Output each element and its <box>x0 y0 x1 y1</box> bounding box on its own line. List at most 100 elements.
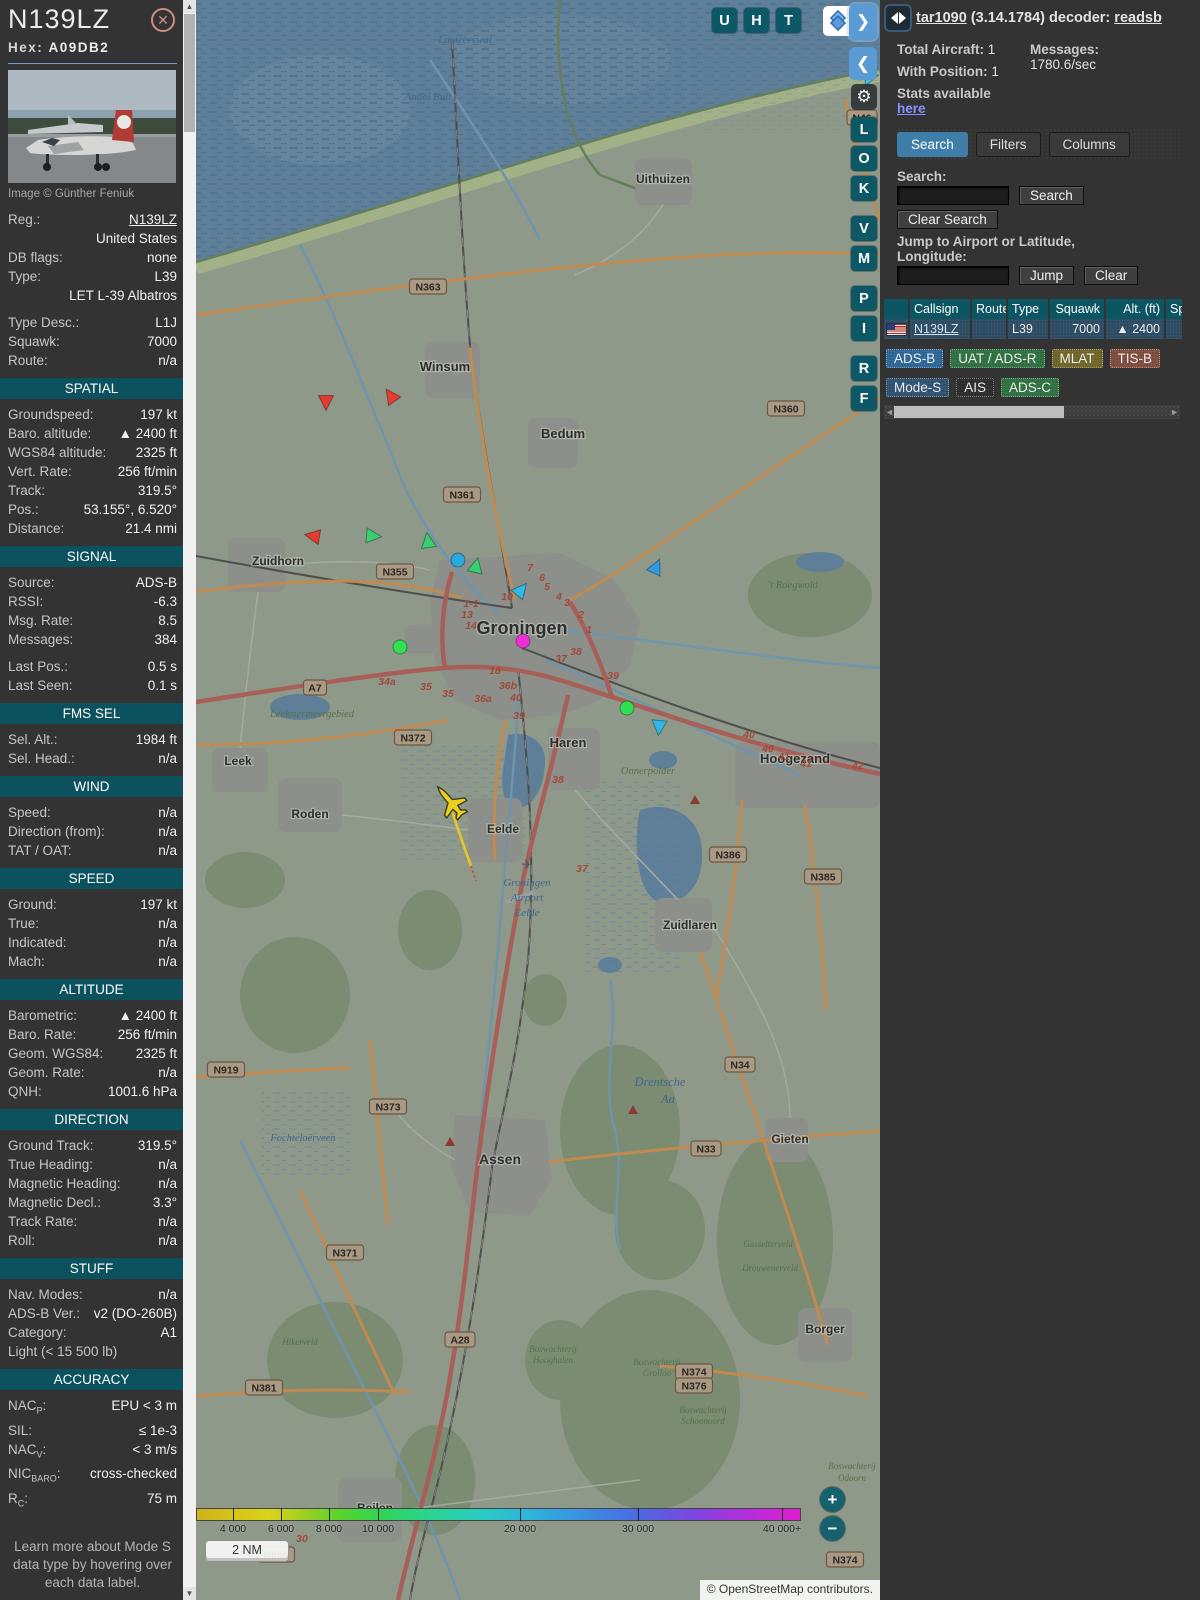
aircraft-marker[interactable] <box>392 639 408 655</box>
tab-bar: Search Filters Columns <box>897 128 1183 161</box>
map-city-label: Roden <box>291 807 328 821</box>
map-button-r[interactable]: R <box>851 356 877 381</box>
clear-search-button[interactable]: Clear Search <box>897 210 998 229</box>
road-shield: A28 <box>450 1335 469 1347</box>
jump-clear-button[interactable]: Clear <box>1084 266 1139 285</box>
map-city-label: Zuidhorn <box>252 554 304 568</box>
map-button-m[interactable]: M <box>851 246 877 271</box>
tab-search[interactable]: Search <box>897 132 968 157</box>
map-button-i[interactable]: I <box>851 316 877 341</box>
source-filter-row-1: ADS-B UAT / ADS-R MLAT TIS-B <box>886 349 1200 368</box>
data-row: DB flags: none <box>8 250 177 265</box>
filter-tis-b[interactable]: TIS-B <box>1109 349 1161 368</box>
tar1090-link[interactable]: tar1090 <box>916 10 967 26</box>
map-button-t[interactable]: T <box>776 8 801 33</box>
exit-number: 38 <box>570 646 582 658</box>
jump-button[interactable]: Jump <box>1019 266 1075 285</box>
search-button[interactable]: Search <box>1019 186 1084 205</box>
data-row: Type: L39 <box>8 269 177 284</box>
left-scrollbar[interactable]: ▲ ▼ <box>183 0 196 1600</box>
map-city-label: Winsum <box>420 359 470 374</box>
filter-ads-b[interactable]: ADS-B <box>886 349 944 368</box>
scroll-down-icon[interactable]: ▼ <box>183 1587 196 1600</box>
map-button-f[interactable]: F <box>851 386 877 411</box>
map-city-label: Leek <box>224 754 252 768</box>
map-button-u[interactable]: U <box>712 8 737 33</box>
data-row: Squawk: 7000 <box>8 334 177 349</box>
legend-tick <box>782 1508 783 1521</box>
search-form: Search: Search Clear Search Jump to Airp… <box>880 161 1200 285</box>
map-area-label: Boswachterij <box>529 1344 577 1354</box>
map-area-label: Drentsche <box>634 1075 686 1089</box>
source-filter-row-2: Mode-S AIS ADS-C <box>886 378 1200 397</box>
stats-here-link[interactable]: here <box>897 101 926 116</box>
close-icon[interactable]: ✕ <box>151 8 175 32</box>
exit-number: 4 <box>555 591 562 603</box>
road-shield: A7 <box>308 683 322 695</box>
filter-uat-ads-r[interactable]: UAT / ADS-R <box>950 349 1045 368</box>
scroll-right-icon[interactable]: ► <box>1170 406 1179 418</box>
us-flag-icon <box>886 323 906 335</box>
scroll-left-icon[interactable]: ◄ <box>885 406 894 418</box>
tab-filters[interactable]: Filters <box>975 132 1041 157</box>
exit-number: 35 <box>420 681 432 693</box>
zoom-out-button[interactable]: − <box>820 1516 845 1541</box>
aircraft-marker[interactable] <box>515 633 531 649</box>
map-button-h[interactable]: H <box>744 8 769 33</box>
total-aircraft-value: 1 <box>987 42 996 57</box>
filter-mode-s[interactable]: Mode-S <box>886 378 950 397</box>
jump-input[interactable] <box>897 266 1009 285</box>
zoom-in-button[interactable]: + <box>820 1487 845 1512</box>
road-shield: N386 <box>715 850 740 862</box>
data-row: Roll: n/a <box>8 1233 177 1248</box>
exit-number: 5 <box>544 581 550 593</box>
search-input[interactable] <box>897 186 1009 205</box>
map-artwork: Lauwerswal Andel Bult 't Roegwold Leeksterm… <box>196 0 880 1600</box>
scroll-thumb[interactable] <box>184 14 195 132</box>
data-row: WGS84 altitude: 2325 ft <box>8 445 177 460</box>
openstreetmap-link[interactable]: OpenStreetMap <box>719 1582 804 1596</box>
callsign-link[interactable]: N139LZ <box>914 322 958 336</box>
map[interactable]: Lauwerswal Andel Bult 't Roegwold Leeksterm… <box>196 0 880 1600</box>
aircraft-marker[interactable] <box>450 552 466 568</box>
section-header: ACCURACY <box>0 1369 183 1390</box>
legend-tick-label: 6 000 <box>267 1523 295 1535</box>
aircraft-photo[interactable] <box>8 70 176 183</box>
data-row: SIL: ≤ 1e-3 <box>8 1422 177 1438</box>
tab-columns[interactable]: Columns <box>1048 132 1130 157</box>
aircraft-marker[interactable] <box>619 700 635 716</box>
data-row: Light (< 15 500 lb) <box>8 1344 118 1359</box>
filter-mlat[interactable]: MLAT <box>1051 349 1103 368</box>
exit-number: 37 <box>555 653 568 665</box>
map-button-l[interactable]: L <box>851 117 877 142</box>
filter-ais[interactable]: AIS <box>956 378 995 397</box>
table-header-row[interactable]: Callsign Route Type Squawk Alt. (ft) Spd <box>884 299 1182 319</box>
map-city-label: Gieten <box>771 1132 808 1146</box>
map-city-label: Bedum <box>541 426 585 441</box>
road-shield: N361 <box>449 490 474 502</box>
data-row: Magnetic Decl.: 3.3° <box>8 1195 177 1210</box>
filter-ads-c[interactable]: ADS-C <box>1001 378 1060 397</box>
map-area-label: Eelde <box>513 907 539 919</box>
settings-gear-icon[interactable]: ⚙ <box>851 84 877 110</box>
exit-number: 30 <box>296 1533 308 1545</box>
sidebar-collapse-button[interactable]: ❮ <box>849 47 877 80</box>
exit-number: 42 <box>851 760 864 772</box>
map-button-o[interactable]: O <box>851 146 877 171</box>
map-area-label: Drouwenerveld <box>741 1263 798 1273</box>
scroll-up-icon[interactable]: ▲ <box>183 0 196 13</box>
map-button-v[interactable]: V <box>851 216 877 241</box>
data-row: Geom. Rate: n/a <box>8 1065 177 1080</box>
map-area-label: Andel Bult <box>404 91 453 103</box>
sidebar-expand-button[interactable]: ❯ <box>849 4 877 40</box>
readsb-link[interactable]: readsb <box>1114 10 1162 26</box>
data-row: Msg. Rate: 8.5 <box>8 613 177 628</box>
map-button-p[interactable]: P <box>851 286 877 311</box>
map-area-label: Hikerveld <box>281 1337 318 1347</box>
map-button-k[interactable]: K <box>851 176 877 201</box>
panel-width-toggle-button[interactable] <box>884 4 912 32</box>
table-row[interactable]: N139LZ L39 7000 ▲ 2400 <box>884 319 1182 339</box>
h-scroll-thumb[interactable] <box>894 406 1064 418</box>
table-horizontal-scrollbar[interactable]: ◄ ► <box>884 405 1180 419</box>
road-shield: N355 <box>382 567 407 579</box>
